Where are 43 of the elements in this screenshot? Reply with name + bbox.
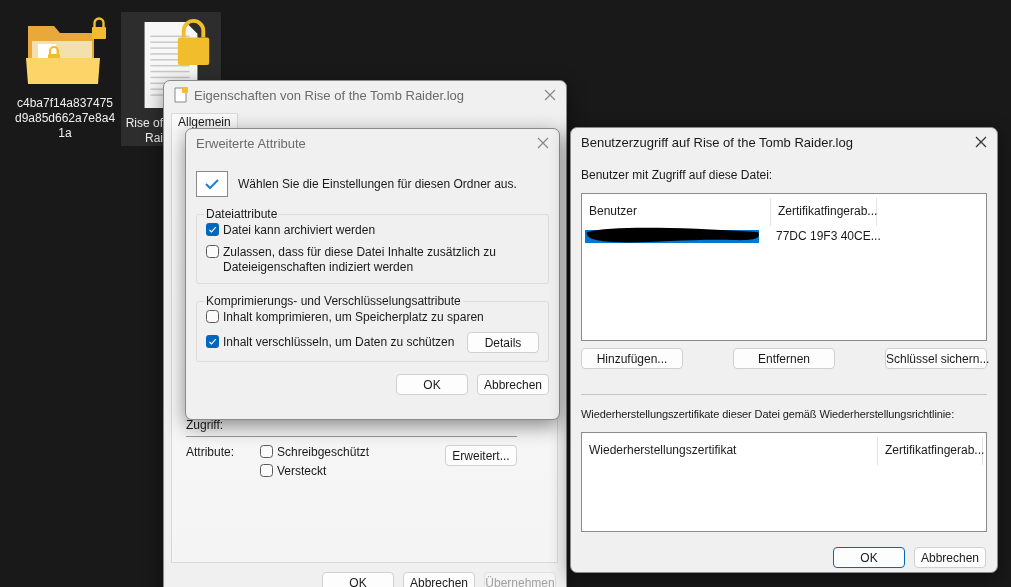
checkbox[interactable]: [260, 464, 273, 477]
dialog-button[interactable]: Abbrechen: [914, 547, 986, 568]
checkbox-label: Inhalt verschlüsseln, um Daten zu schützen: [223, 335, 455, 350]
dialog-button[interactable]: OK: [833, 547, 905, 568]
document-icon: [174, 87, 188, 103]
action-button[interactable]: Schlüssel sichern...: [885, 348, 987, 369]
file-name: c4ba7f14a837475 d9a85d662a7e8a4 1a: [14, 96, 116, 141]
dialog-button[interactable]: Abbrechen: [477, 374, 549, 395]
dialog-button[interactable]: Abbrechen: [403, 572, 475, 587]
group-title: Komprimierungs- und Verschlüsselungsattribute: [205, 294, 462, 308]
action-button[interactable]: Hinzufügen...: [581, 348, 683, 369]
column-header[interactable]: Benutzer: [582, 198, 771, 226]
checkbox-label: Versteckt: [277, 464, 327, 479]
group-title: Dateiattribute: [205, 207, 279, 221]
checkbox-label: Inhalt komprimieren, um Speicherplatz zu sparen: [223, 310, 484, 325]
user-cell[interactable]: [585, 229, 759, 243]
advanced-button[interactable]: Erweitert...: [445, 445, 517, 466]
window-title: Benutzerzugriff auf Rise of the Tomb Raider.log: [581, 134, 854, 150]
access-label: Zugriff:: [186, 418, 225, 433]
checkbox-label: Zulassen, dass für diese Datei Inhalte zusätzlich zu Dateieigenschaften indiziert werden: [223, 245, 497, 275]
checkbox-label: Schreibgeschützt: [277, 445, 370, 460]
close-icon[interactable]: [975, 136, 987, 148]
dialog-button[interactable]: OK: [322, 572, 394, 587]
attributes-label: Attribute:: [186, 445, 236, 460]
details-button[interactable]: Details: [467, 332, 539, 353]
checkbox[interactable]: [206, 245, 219, 258]
fingerprint-cell-text: 77DC 19F3 40CE...: [775, 229, 881, 243]
dialog-button[interactable]: OK: [396, 374, 468, 395]
users-label: Benutzer mit Zugriff auf diese Datei:: [581, 168, 774, 183]
checkbox[interactable]: [206, 223, 219, 236]
instruction-text: Wählen Sie die Einstellungen für diesen Ordner aus.: [238, 176, 517, 192]
checkbox-label: Datei kann archiviert werden: [223, 223, 376, 238]
checkbox[interactable]: [260, 445, 273, 458]
checkbox[interactable]: [206, 335, 219, 348]
column-header[interactable]: Wiederherstellungszertifikat: [582, 437, 878, 465]
action-button[interactable]: Entfernen: [733, 348, 835, 369]
column-header[interactable]: Zertifikatfingerab...: [771, 198, 877, 226]
file-name: Rise of Rai: [125, 116, 163, 146]
desktop-icon-tile[interactable]: c4ba7f14a837475 d9a85d662a7e8a4 1a: [15, 12, 115, 146]
checkmark-icon: [196, 171, 228, 197]
recovery-label: Wiederherstellungszertifikate dieser Datei gemäß Wiederherstellungsrichtlinie:: [581, 407, 956, 422]
checkbox[interactable]: [206, 310, 219, 323]
column-header[interactable]: Zertifikatfingerab...: [878, 437, 983, 465]
